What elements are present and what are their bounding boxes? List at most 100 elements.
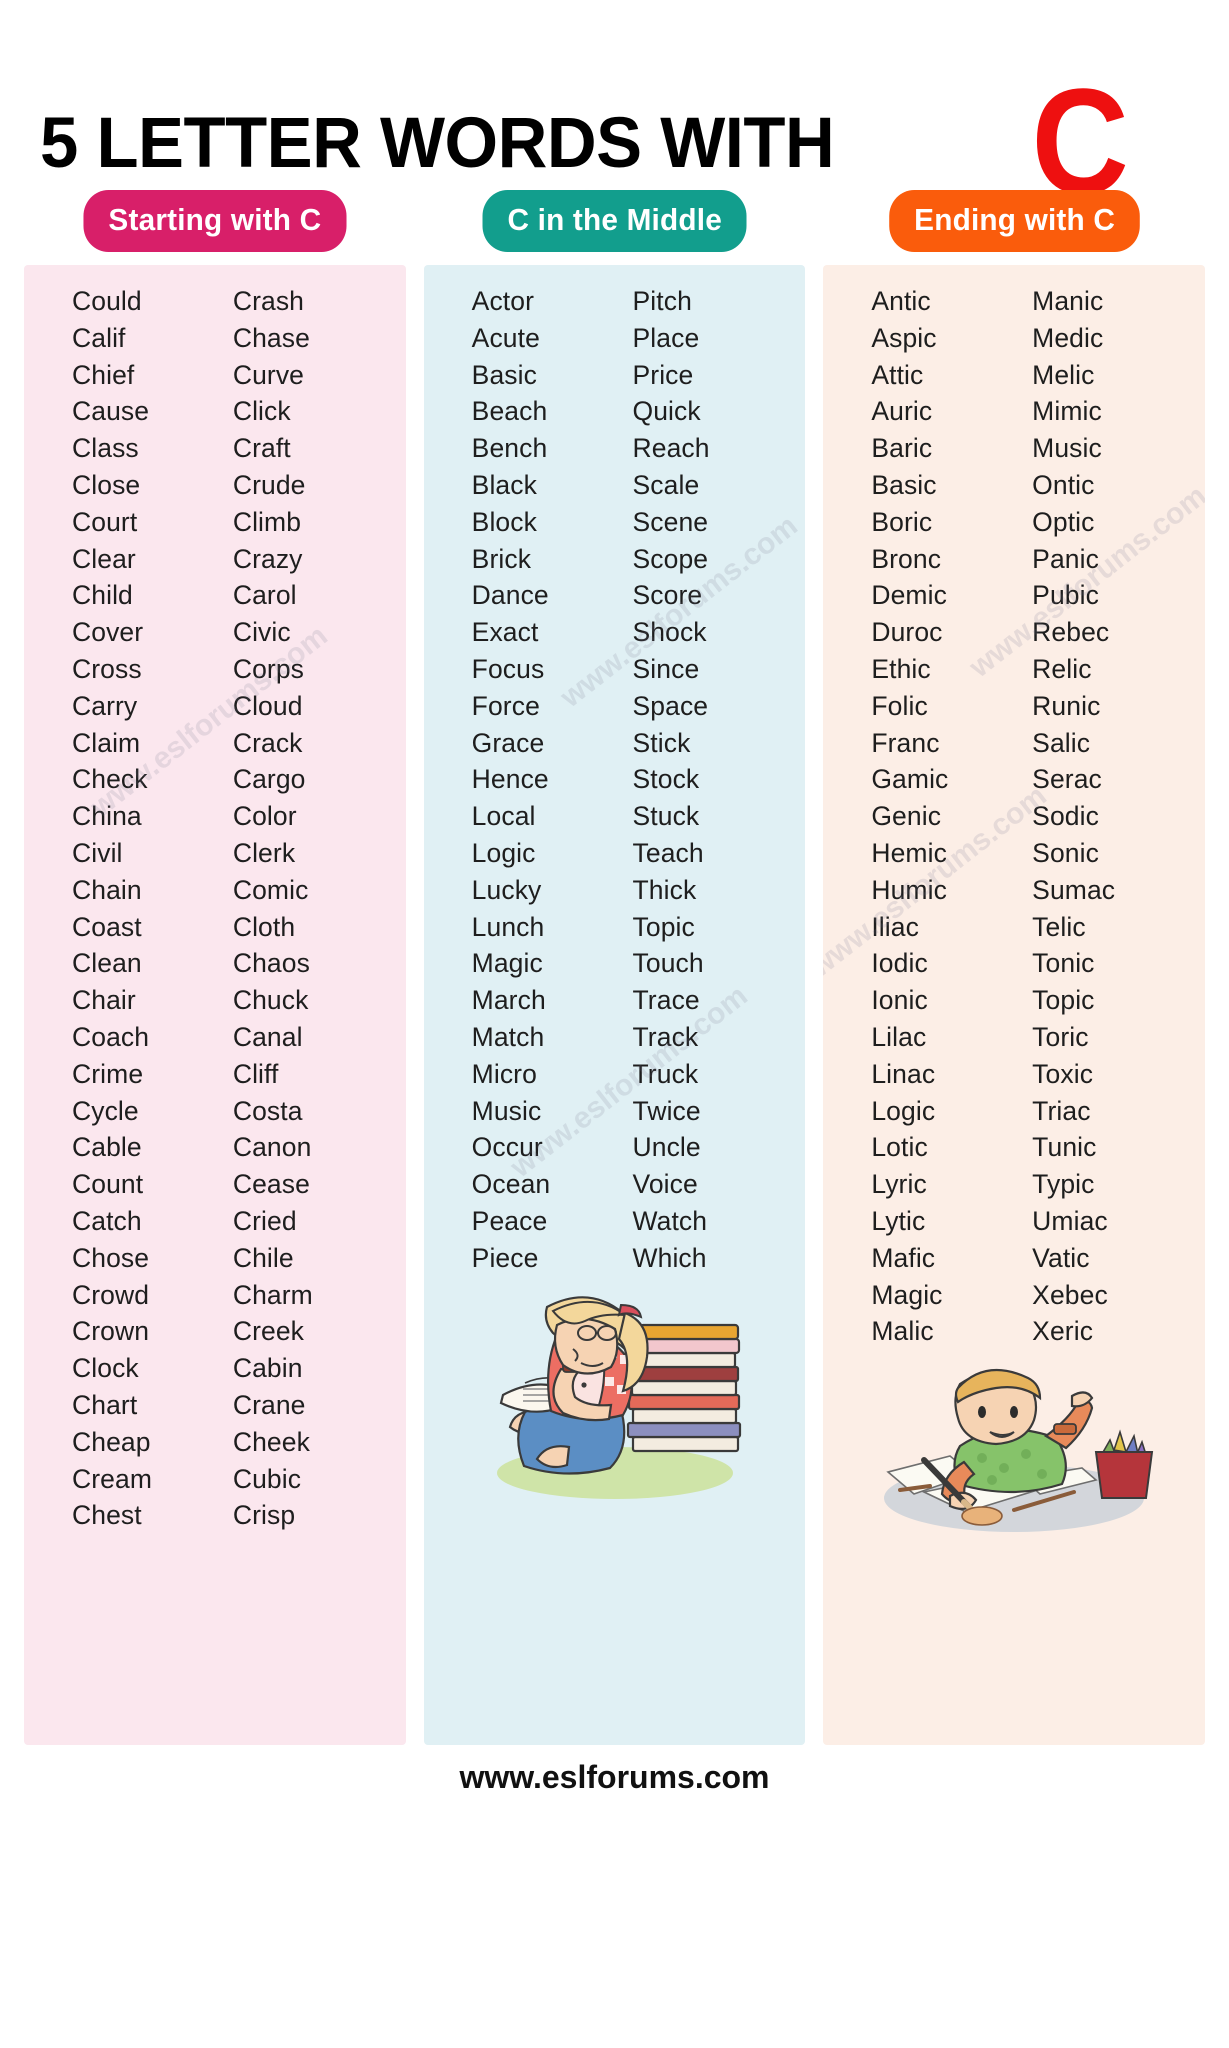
word-item: Occur — [471, 1132, 543, 1163]
word-item: Gamic — [871, 764, 949, 795]
word-item: Canal — [232, 1021, 303, 1052]
word-item: Local — [471, 801, 536, 832]
word-item: Panic — [1032, 543, 1099, 574]
word-item: Ethic — [871, 653, 931, 684]
word-item: Block — [471, 506, 537, 537]
word-item: Xebec — [1032, 1279, 1108, 1310]
word-item: Costa — [232, 1095, 303, 1126]
word-item: Malic — [871, 1316, 934, 1347]
word-subcolumn-left: Actor Acute Basic Beach Bench Black Block Brick… — [434, 283, 615, 1277]
word-subcolumn-right: Pitch Place Price Quick Reach Scale Scene Scope… — [615, 283, 796, 1277]
word-item: Bronc — [871, 543, 942, 574]
word-item: Click — [232, 396, 291, 427]
word-item: Topic — [1032, 985, 1095, 1016]
word-item: Clerk — [232, 837, 296, 868]
word-item: Crisp — [232, 1500, 296, 1531]
word-item: Count — [72, 1169, 144, 1200]
word-item: Crime — [72, 1058, 144, 1089]
word-item: Magic — [871, 1279, 943, 1310]
word-item: Color — [232, 801, 297, 832]
word-item: Franc — [871, 727, 940, 758]
word-item: Aspic — [871, 322, 937, 353]
word-item: Humic — [871, 874, 947, 905]
word-item: Iodic — [871, 948, 928, 979]
word-item: Stock — [632, 764, 700, 795]
title-row: 5 LETTER WORDS WITH C — [40, 66, 1189, 216]
word-item: Claim — [72, 727, 141, 758]
word-item: Genic — [871, 801, 942, 832]
word-item: Ontic — [1032, 469, 1095, 500]
word-item: Scale — [632, 469, 700, 500]
boy-drawing-illustration — [884, 1369, 1154, 1533]
word-item: Cabin — [232, 1353, 303, 1384]
word-item: Canon — [232, 1132, 312, 1163]
word-item: Curve — [232, 359, 305, 390]
word-item: Auric — [871, 396, 933, 427]
word-item: Close — [72, 469, 141, 500]
word-item: Child — [72, 580, 133, 611]
word-item: Crowd — [72, 1279, 150, 1310]
word-item: Logic — [871, 1095, 936, 1126]
word-item: Hence — [471, 764, 549, 795]
word-item: Climb — [232, 506, 302, 537]
word-item: Chart — [72, 1389, 138, 1420]
word-item: Lotic — [871, 1132, 928, 1163]
illustration-holder — [424, 1277, 806, 1507]
word-item: Civic — [232, 617, 291, 648]
word-item: Cubic — [232, 1463, 302, 1494]
word-item: Score — [632, 580, 703, 611]
word-item: Stick — [632, 727, 691, 758]
word-subcolumn-right: Crash Chase Curve Click Craft Crude Climb Crazy… — [215, 283, 396, 1534]
word-item: Serac — [1032, 764, 1102, 795]
word-item: Logic — [471, 837, 536, 868]
word-item: Shock — [632, 617, 707, 648]
word-grid: Antic Aspic Attic Auric Baric Basic Boric Bronc… — [823, 283, 1205, 1350]
word-item: Check — [72, 764, 148, 795]
word-item: Hemic — [871, 837, 947, 868]
word-item: Crash — [232, 286, 305, 316]
word-item: Lyric — [871, 1169, 927, 1200]
word-item: Boric — [871, 506, 933, 537]
word-item: Clock — [72, 1353, 139, 1384]
word-item: Teach — [632, 837, 704, 868]
word-item: Catch — [72, 1205, 142, 1236]
word-item: Match — [471, 1021, 545, 1052]
word-item: Ocean — [471, 1169, 551, 1200]
word-item: Attic — [871, 359, 924, 390]
word-item: Cliff — [232, 1058, 279, 1089]
word-item: Magic — [471, 948, 543, 979]
word-item: Cargo — [232, 764, 306, 795]
word-subcolumn-right: Manic Medic Melic Mimic Music Ontic Optic Panic… — [1014, 283, 1195, 1350]
word-item: Space — [632, 690, 709, 721]
word-grid: Could Calif Chief Cause Class Close Court Clear… — [24, 283, 406, 1534]
word-item: Cease — [232, 1169, 310, 1200]
word-panel-2: Actor Acute Basic Beach Bench Black Block Brick… — [423, 265, 806, 1745]
word-item: Voice — [632, 1169, 698, 1200]
word-item: Actor — [471, 286, 535, 316]
word-item: Touch — [632, 948, 704, 979]
word-column-1: Starting with C Could Calif Chief Cause Class… — [24, 190, 406, 1745]
word-item: Mafic — [871, 1242, 936, 1273]
word-item: Duroc — [871, 617, 943, 648]
word-item: Clear — [72, 543, 136, 574]
word-item: Salic — [1032, 727, 1091, 758]
word-column-3: Ending with C Antic Aspic Attic Auric Baric Ba… — [823, 190, 1206, 1745]
word-item: Chose — [72, 1242, 150, 1273]
word-item: Trace — [632, 985, 700, 1016]
word-item: Triac — [1032, 1095, 1091, 1126]
word-item: Chair — [72, 985, 136, 1016]
word-item: Cause — [72, 396, 150, 427]
word-item: Sonic — [1032, 837, 1099, 868]
word-item: Pubic — [1032, 580, 1099, 611]
word-item: March — [471, 985, 546, 1016]
word-item: Charm — [232, 1279, 313, 1310]
word-item: Micro — [471, 1058, 537, 1089]
girl-reading-illustration — [496, 1295, 741, 1499]
word-item: Cloud — [232, 690, 303, 721]
word-item: Coast — [72, 911, 142, 942]
word-item: Chief — [72, 359, 135, 390]
word-item: Brick — [471, 543, 532, 574]
word-item: Cream — [72, 1463, 153, 1494]
word-item: Scope — [632, 543, 709, 574]
word-item: Force — [471, 690, 540, 721]
